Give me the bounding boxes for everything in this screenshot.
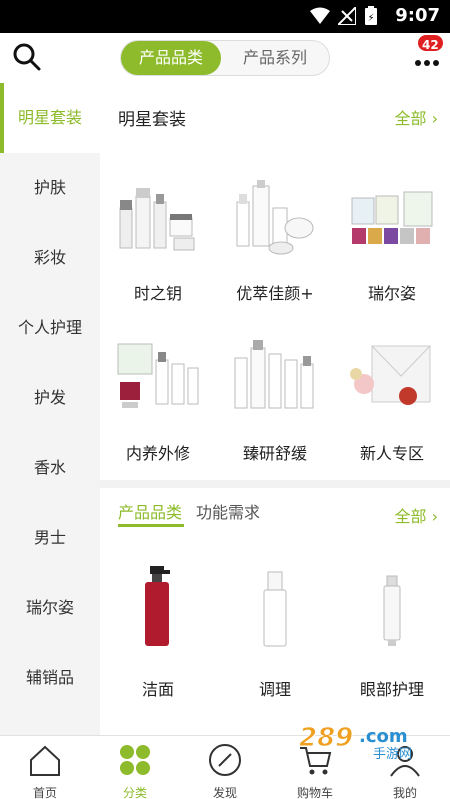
home-icon: [30, 745, 60, 776]
section-divider: [100, 480, 450, 488]
view-all-label: 全部: [394, 507, 427, 526]
status-bar: ⚡ 9:07: [0, 0, 450, 33]
product-card[interactable]: 臻研舒缓: [217, 338, 333, 464]
product-image: [234, 340, 314, 409]
product-name: 时之钥: [133, 284, 182, 303]
nav-label: 首页: [32, 786, 57, 799]
view-all-link-2[interactable]: 全部 ›: [394, 503, 438, 527]
sidebar-item-men[interactable]: 男士: [0, 503, 100, 573]
view-all-label: 全部: [394, 109, 427, 128]
section-title: 明星套装: [118, 110, 186, 130]
product-card[interactable]: 调理: [217, 558, 333, 700]
category-grid-icon: [120, 745, 150, 775]
product-name: 优萃佳颜+: [236, 284, 314, 303]
signal-icon: [338, 7, 356, 25]
product-name: 臻研舒缓: [242, 444, 307, 463]
svg-text:.com: .com: [359, 726, 408, 747]
svg-text:⚡: ⚡: [367, 13, 374, 24]
product-image: [383, 575, 401, 646]
nav-label: 我的: [392, 786, 417, 799]
product-card[interactable]: 新人专区: [334, 338, 450, 464]
product-card[interactable]: 时之钥: [100, 178, 216, 304]
sidebar-item-personal-care[interactable]: 个人护理: [0, 293, 100, 363]
tab-function-needs[interactable]: 功能需求: [196, 499, 260, 523]
svg-text:手游网: 手游网: [373, 747, 412, 760]
sidebar-item-accessories[interactable]: 辅销品: [0, 643, 100, 713]
wifi-icon: [310, 7, 330, 24]
content-panel: 明星套装 全部 › 时之钥 优萃佳颜+ 瑞尔姿 内养外修 臻研舒缓 新人专区 产…: [100, 83, 450, 735]
product-image: [263, 571, 287, 647]
product-image: [350, 345, 431, 405]
top-bar: 产品品类 产品系列 42: [0, 33, 450, 83]
nav-discover[interactable]: 发现: [180, 736, 270, 799]
tab-product-series[interactable]: 产品系列: [221, 41, 329, 75]
tab-category[interactable]: 产品品类: [118, 499, 182, 523]
category-sidebar: 明星套装 护肤 彩妆 个人护理 护发 香水 男士 瑞尔姿 辅销品: [0, 83, 100, 735]
chevron-right-icon: ›: [431, 109, 438, 128]
nav-category[interactable]: 分类: [90, 736, 180, 799]
product-name: 调理: [258, 680, 291, 699]
battery-icon: ⚡: [365, 6, 377, 25]
product-card[interactable]: 优萃佳颜+: [217, 178, 333, 304]
category-segmented-control: 产品品类 产品系列: [120, 40, 330, 76]
nav-home[interactable]: 首页: [0, 736, 90, 799]
view-all-link[interactable]: 全部 ›: [394, 105, 438, 129]
product-name: 洁面: [141, 680, 174, 699]
tab-product-category[interactable]: 产品品类: [121, 41, 221, 75]
product-image: [145, 566, 170, 646]
product-card[interactable]: 内养外修: [100, 338, 216, 464]
product-name: 瑞尔姿: [367, 284, 416, 303]
product-image: [117, 343, 199, 408]
chevron-right-icon: ›: [431, 507, 438, 526]
nav-label: 分类: [122, 786, 147, 799]
compass-icon: [209, 744, 241, 776]
product-name: 眼部护理: [359, 680, 424, 699]
product-card[interactable]: 瑞尔姿: [334, 178, 450, 304]
product-name: 内养外修: [125, 444, 190, 463]
sidebar-item-perfume[interactable]: 香水: [0, 433, 100, 503]
sidebar-item-haircare[interactable]: 护发: [0, 363, 100, 433]
status-icons: ⚡: [310, 6, 378, 26]
svg-text:289: 289: [299, 723, 353, 753]
sidebar-item-ruierzi[interactable]: 瑞尔姿: [0, 573, 100, 643]
product-card[interactable]: 洁面: [100, 558, 216, 700]
product-image: [351, 191, 433, 244]
sidebar-item-makeup[interactable]: 彩妆: [0, 223, 100, 293]
search-icon[interactable]: [12, 42, 42, 72]
product-image: [119, 188, 195, 251]
nav-label: 发现: [212, 786, 237, 799]
nav-label: 购物车: [296, 786, 333, 799]
watermark-logo: 289 .com 手游网: [299, 723, 413, 761]
sidebar-item-skincare[interactable]: 护肤: [0, 153, 100, 223]
notification-badge: 42: [416, 33, 445, 53]
product-image: [236, 180, 314, 255]
product-name: 新人专区: [359, 444, 424, 463]
active-tab-indicator: [118, 524, 184, 527]
product-card[interactable]: 眼部护理: [334, 558, 450, 700]
status-time: 9:07: [395, 5, 440, 26]
sidebar-item-star-sets[interactable]: 明星套装: [0, 83, 100, 153]
